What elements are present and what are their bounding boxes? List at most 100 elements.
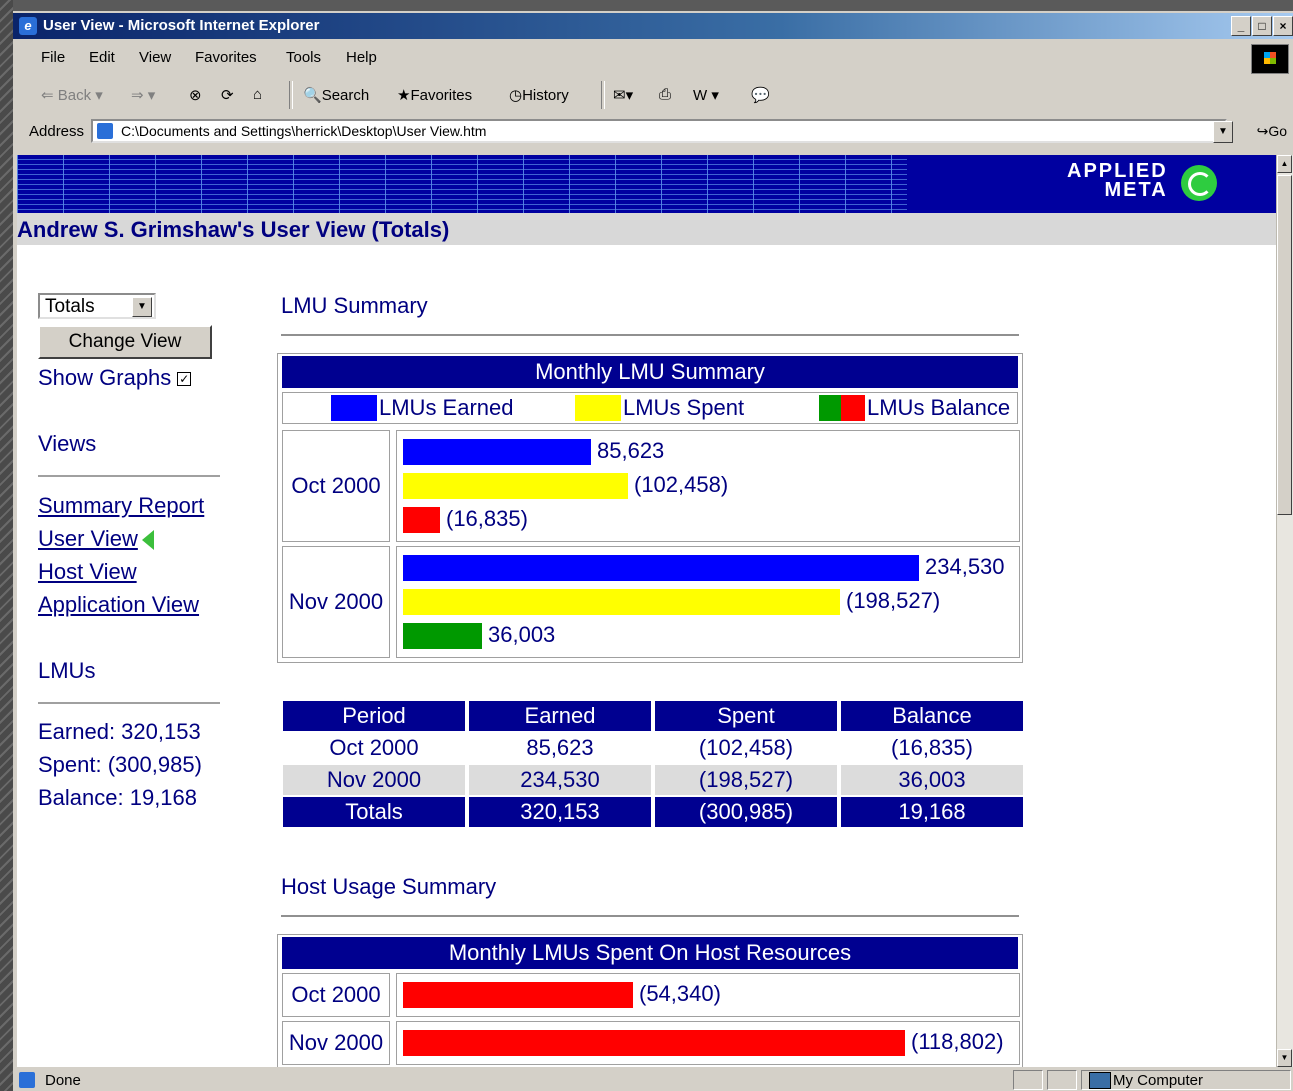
lmus-heading: LMUs — [38, 658, 96, 683]
close-button[interactable]: × — [1273, 16, 1293, 36]
row-bars: (118,802) — [396, 1021, 1020, 1065]
table-cell: Totals — [283, 797, 465, 827]
menu-tools[interactable]: Tools — [286, 49, 321, 66]
window-title: User View - Microsoft Internet Explorer — [43, 17, 320, 34]
legend-earned: LMUs Earned — [379, 395, 514, 420]
table-header: Balance — [841, 701, 1023, 731]
standard-toolbar: ⇐ Back ▾ ⇒ ▾ ⊗ ⟳ ⌂ 🔍Search ★Favorites ◷H… — [13, 77, 1293, 113]
chart-legend: LMUs Earned LMUs Spent LMUs Balance — [282, 392, 1018, 424]
spent-total: Spent: (300,985) — [38, 752, 202, 777]
bar-value: 234,530 — [925, 554, 1005, 579]
address-dropdown-icon[interactable]: ▼ — [1213, 121, 1233, 143]
bar-value: (16,835) — [446, 506, 528, 531]
ie-logo-icon[interactable]: e — [19, 17, 37, 35]
refresh-icon[interactable]: ⟳ — [221, 86, 234, 104]
page-title: Andrew S. Grimshaw's User View (Totals) — [17, 217, 450, 242]
show-graphs-label: Show Graphs — [38, 365, 172, 390]
table-cell: 234,530 — [469, 765, 651, 795]
vertical-scrollbar[interactable]: ▲ ▼ — [1276, 155, 1293, 1067]
table-cell: 19,168 — [841, 797, 1023, 827]
menu-bar: File Edit View Favorites Tools Help — [13, 41, 1293, 74]
scroll-up-icon[interactable]: ▲ — [1277, 155, 1292, 173]
legend-swatch-balance-negative — [841, 395, 865, 421]
legend-swatch-spent — [575, 395, 621, 421]
maximize-button[interactable]: □ — [1252, 16, 1272, 36]
table-totals-row: Totals 320,153 (300,985) 19,168 — [283, 797, 1023, 827]
toolbar-separator — [601, 81, 605, 109]
link-summary-report[interactable]: Summary Report — [38, 493, 204, 518]
address-value: C:\Documents and Settings\herrick\Deskto… — [121, 123, 487, 139]
print-icon[interactable]: ⎙ — [659, 86, 671, 103]
bar-value: (54,340) — [639, 981, 721, 1006]
menu-file[interactable]: File — [41, 49, 65, 66]
status-zone: My Computer — [1113, 1072, 1204, 1089]
edit-word-icon[interactable]: W ▾ — [693, 86, 719, 104]
change-view-button[interactable]: Change View — [38, 325, 212, 359]
go-button[interactable]: ↪Go — [1257, 123, 1287, 140]
host-chart-title: Monthly LMUs Spent On Host Resources — [282, 937, 1018, 969]
history-button[interactable]: ◷History — [509, 86, 569, 104]
section-divider — [281, 915, 1019, 917]
table-cell: 320,153 — [469, 797, 651, 827]
table-cell: Oct 2000 — [329, 735, 419, 760]
windows-logo-icon — [1251, 44, 1289, 74]
link-application-view[interactable]: Application View — [38, 592, 199, 617]
bar-host-spent — [403, 982, 633, 1008]
page-banner: APPLIED META — [17, 155, 1277, 213]
history-label: History — [522, 87, 569, 104]
toolbar-separator — [289, 81, 293, 109]
view-select[interactable]: Totals ▼ — [38, 293, 156, 319]
host-usage-title: Host Usage Summary — [281, 874, 497, 899]
row-label: Nov 2000 — [282, 1021, 390, 1065]
title-bar[interactable]: e User View - Microsoft Internet Explore… — [13, 13, 1293, 39]
my-computer-icon — [1089, 1072, 1111, 1089]
show-graphs-checkbox[interactable]: ✓ — [177, 372, 192, 387]
banner-grid — [17, 155, 907, 213]
table-cell: (102,458) — [698, 735, 794, 760]
lmu-chart-title: Monthly LMU Summary — [282, 356, 1018, 388]
table-cell: 36,003 — [841, 765, 1023, 795]
table-header: Earned — [469, 701, 651, 731]
table-row: Oct 2000 85,623 (102,458) (16,835) — [283, 733, 1023, 763]
link-user-view[interactable]: User View — [38, 526, 138, 551]
scroll-down-icon[interactable]: ▼ — [1277, 1049, 1292, 1067]
menu-view[interactable]: View — [139, 49, 171, 66]
balance-total: Balance: 19,168 — [38, 785, 198, 810]
show-graphs-toggle[interactable]: Show Graphs ✓ — [38, 365, 192, 391]
bar-earned — [403, 439, 591, 465]
discuss-icon[interactable]: 💬 — [751, 86, 770, 104]
page-icon — [97, 123, 113, 139]
minimize-button[interactable]: _ — [1231, 16, 1251, 36]
host-usage-chart: Monthly LMUs Spent On Host Resources Oct… — [277, 934, 1023, 1067]
search-button[interactable]: 🔍Search — [303, 86, 369, 104]
browser-window: e User View - Microsoft Internet Explore… — [13, 11, 1293, 1091]
section-divider — [281, 334, 1019, 336]
current-view-arrow-icon — [141, 530, 154, 551]
bar-value: (118,802) — [911, 1029, 1004, 1054]
favorites-button[interactable]: ★Favorites — [397, 86, 472, 104]
chevron-down-icon[interactable]: ▼ — [132, 297, 152, 317]
menu-help[interactable]: Help — [346, 49, 377, 66]
back-label: Back — [57, 87, 92, 104]
desktop-background-left — [0, 0, 13, 1091]
home-icon[interactable]: ⌂ — [253, 86, 262, 103]
row-bars: 85,623 (102,458) (16,835) — [396, 430, 1020, 542]
address-input[interactable]: C:\Documents and Settings\herrick\Deskto… — [91, 119, 1227, 143]
forward-button[interactable]: ⇒ ▾ — [131, 86, 155, 104]
back-button[interactable]: ⇐ Back ▾ — [41, 86, 103, 104]
earned-total: Earned: 320,153 — [38, 719, 201, 744]
link-host-view[interactable]: Host View — [38, 559, 137, 584]
table-cell: (300,985) — [655, 797, 837, 827]
status-pane — [1047, 1070, 1077, 1090]
bar-value: (198,527) — [846, 588, 941, 613]
stop-icon[interactable]: ⊗ — [189, 86, 202, 104]
scroll-thumb[interactable] — [1277, 175, 1292, 515]
page-content: APPLIED META Andrew S. Grimshaw's User V… — [17, 155, 1277, 1067]
menu-favorites[interactable]: Favorites — [195, 49, 257, 66]
menu-edit[interactable]: Edit — [89, 49, 115, 66]
table-cell: (16,835) — [891, 735, 973, 760]
mail-icon[interactable]: ✉▾ — [613, 86, 633, 104]
legend-swatch-earned — [331, 395, 377, 421]
row-bars: (54,340) — [396, 973, 1020, 1017]
table-cell: Nov 2000 — [283, 765, 465, 795]
